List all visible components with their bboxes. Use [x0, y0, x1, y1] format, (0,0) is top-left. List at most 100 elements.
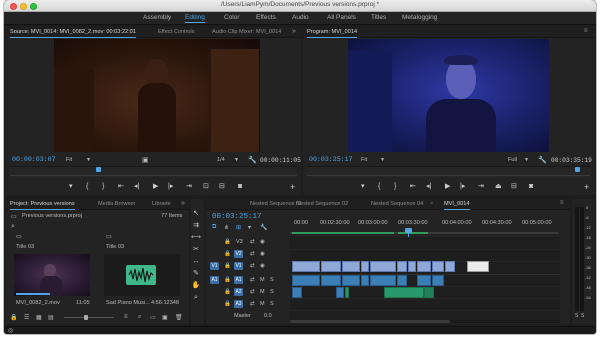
- mute-button[interactable]: M: [260, 301, 265, 307]
- tab-project[interactable]: Project: Previous versions: [10, 201, 75, 210]
- timeline-clip-audio[interactable]: [361, 275, 369, 286]
- timeline-clip-audio[interactable]: [321, 275, 341, 286]
- lift-icon[interactable]: ⏏: [495, 183, 502, 191]
- lock-icon[interactable]: 🔒: [224, 289, 231, 295]
- eye-icon[interactable]: ◉: [260, 263, 265, 269]
- program-scrub-bar[interactable]: [307, 166, 590, 177]
- project-item-video-thumbnail[interactable]: [14, 254, 90, 296]
- tab-media-browser[interactable]: Media Browser: [98, 201, 135, 207]
- workspace-editing[interactable]: Editing: [185, 14, 205, 23]
- snap-icon[interactable]: ⋔: [224, 224, 229, 231]
- freeform-view-icon[interactable]: ▤: [48, 314, 54, 321]
- lock-icon[interactable]: 🔒: [224, 239, 231, 245]
- timeline-clip-video[interactable]: [321, 261, 341, 272]
- timeline-clip-audio[interactable]: [292, 287, 302, 298]
- lock-icon[interactable]: 🔒: [224, 277, 231, 283]
- slip-tool-icon[interactable]: ↔: [191, 257, 201, 267]
- workspace-metalogging[interactable]: Metalogging: [402, 14, 437, 21]
- timeline-clip-video[interactable]: [370, 261, 396, 272]
- wrench-icon[interactable]: 🔧: [248, 156, 257, 164]
- workspace-assembly[interactable]: Assembly: [143, 14, 171, 21]
- track-select-tool-icon[interactable]: ⇉: [191, 221, 201, 231]
- timeline-clip-video[interactable]: [292, 261, 320, 272]
- add-marker-icon[interactable]: ▾: [361, 183, 365, 191]
- track-target-v1[interactable]: V1: [234, 262, 243, 270]
- track-target-v2[interactable]: V2: [234, 250, 243, 258]
- timeline-clip-audio[interactable]: [345, 287, 349, 298]
- pen-tool-icon[interactable]: ✎: [191, 269, 201, 279]
- chevron-down-icon[interactable]: ▼: [86, 157, 91, 163]
- nest-toggle-icon[interactable]: ⧉: [212, 224, 216, 231]
- extract-icon[interactable]: ⊟: [511, 183, 517, 191]
- tab-nested-sequence-01[interactable]: Nested Sequence 01: [250, 201, 302, 207]
- tab-libraries[interactable]: Librarie: [152, 201, 171, 207]
- new-item-icon[interactable]: ▣: [162, 314, 168, 321]
- timeline-clip-audio[interactable]: [370, 275, 396, 286]
- mark-in-icon[interactable]: {: [378, 183, 380, 191]
- timeline-scrollbar[interactable]: [290, 320, 560, 323]
- source-resolution-select[interactable]: 1/4: [217, 157, 225, 163]
- source-timecode[interactable]: 00:00:03:07: [12, 156, 56, 163]
- sync-lock-icon[interactable]: ⇄: [250, 263, 255, 269]
- step-back-icon[interactable]: ◂|: [134, 183, 139, 191]
- new-bin-icon[interactable]: ▭: [150, 314, 156, 321]
- track-header-master[interactable]: Master 0.0: [206, 311, 290, 322]
- timeline-clip-audio[interactable]: [432, 275, 444, 286]
- solo-button[interactable]: S: [270, 277, 274, 283]
- source-patch-v1[interactable]: V1: [210, 262, 219, 270]
- chevron-down-icon[interactable]: ▼: [380, 157, 385, 163]
- go-to-out-icon[interactable]: ⇥: [186, 183, 192, 191]
- program-timecode[interactable]: 00:03:25:17: [309, 156, 353, 163]
- timeline-clip-audio[interactable]: [417, 275, 431, 286]
- program-resolution-select[interactable]: Full: [508, 157, 517, 163]
- tab-close-icon[interactable]: ×: [430, 201, 433, 207]
- track-header-v1[interactable]: V1 🔒 V1 ⇄ ◉: [206, 261, 290, 272]
- track-target-a1[interactable]: A1: [234, 276, 243, 284]
- timeline-clip-audio[interactable]: [397, 275, 407, 286]
- timeline-clip-video[interactable]: [397, 261, 407, 272]
- timeline-clip-audio[interactable]: [336, 287, 344, 298]
- tab-audio-clip-mixer[interactable]: Audio Clip Mixer: MVI_0014: [212, 29, 281, 35]
- timeline-clip-video[interactable]: [361, 261, 369, 272]
- sync-lock-icon[interactable]: ⇄: [250, 301, 255, 307]
- track-header-v2[interactable]: 🔒 V2 ⇄ ◉: [206, 249, 290, 260]
- razor-tool-icon[interactable]: ✂: [191, 245, 201, 255]
- add-button-icon[interactable]: +: [584, 183, 589, 192]
- tab-program[interactable]: Program: MVI_0014: [307, 29, 358, 38]
- timeline-clip-audio[interactable]: [292, 275, 320, 286]
- source-zoom-select[interactable]: Fit: [66, 157, 72, 163]
- track-target-a2[interactable]: A2: [234, 288, 243, 296]
- more-tabs-icon[interactable]: »: [292, 28, 296, 35]
- track-area[interactable]: [290, 237, 560, 323]
- play-icon[interactable]: ▶: [445, 183, 450, 191]
- tab-nested-sequence-04[interactable]: Nested Sequence 04: [371, 201, 423, 207]
- wrench-icon[interactable]: 🔧: [538, 156, 547, 164]
- solo-right-button[interactable]: S: [581, 313, 584, 319]
- search-bin-icon[interactable]: ⌕: [138, 314, 141, 321]
- source-scrub-bar[interactable]: [10, 166, 297, 177]
- solo-button[interactable]: S: [270, 301, 274, 307]
- zoom-slider[interactable]: [64, 315, 114, 320]
- project-item-title-1[interactable]: ▭: [14, 235, 90, 241]
- work-area-bar[interactable]: [290, 232, 558, 234]
- sync-lock-icon[interactable]: ⇄: [250, 251, 255, 257]
- sync-lock-icon[interactable]: ⇄: [250, 239, 255, 245]
- export-frame-icon[interactable]: ◙: [529, 183, 533, 191]
- workspace-all-panels[interactable]: All Panels: [327, 14, 356, 21]
- go-to-out-icon[interactable]: ⇥: [478, 183, 484, 191]
- timeline-clip-video[interactable]: [408, 261, 416, 272]
- tab-nested-sequence-02[interactable]: Nested Sequence 02: [296, 201, 348, 207]
- mark-out-icon[interactable]: }: [102, 183, 104, 191]
- step-back-icon[interactable]: ◂|: [426, 183, 431, 191]
- linked-selection-icon[interactable]: ⊞: [236, 224, 241, 231]
- trash-icon[interactable]: 🗑: [175, 314, 183, 321]
- master-level[interactable]: 0.0: [264, 313, 272, 319]
- ripple-edit-tool-icon[interactable]: ⟷: [191, 233, 201, 243]
- hand-tool-icon[interactable]: ✋: [191, 281, 201, 291]
- mute-button[interactable]: M: [260, 289, 265, 295]
- more-tabs-icon[interactable]: »: [181, 200, 185, 207]
- lock-icon[interactable]: 🔒: [224, 301, 231, 307]
- tab-effect-controls[interactable]: Effect Controls: [158, 29, 195, 35]
- track-header-v3[interactable]: 🔒 V3 ⇄ ◉: [206, 237, 290, 248]
- sync-lock-icon[interactable]: ⇄: [250, 277, 255, 283]
